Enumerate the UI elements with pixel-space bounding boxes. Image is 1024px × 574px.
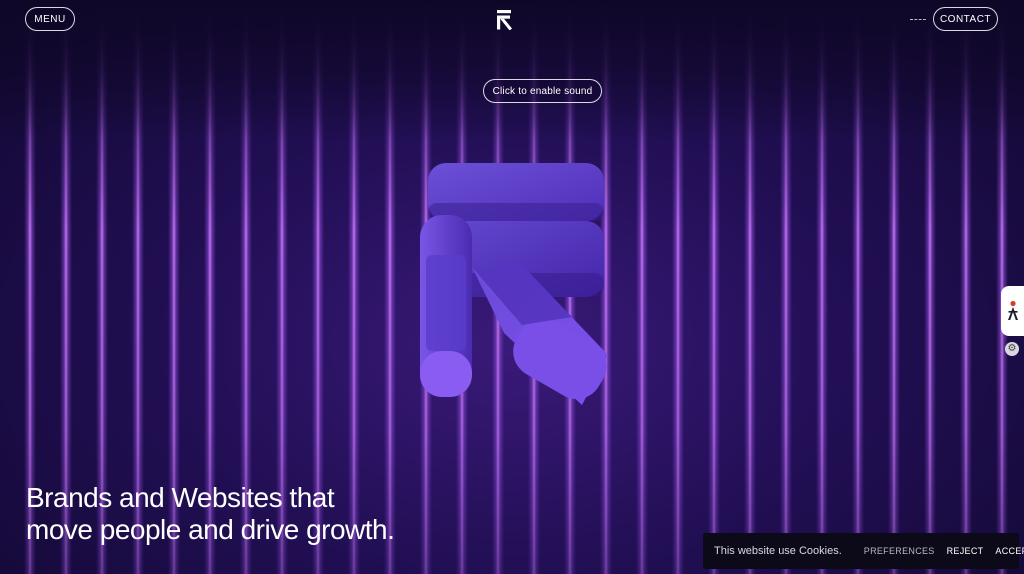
cookie-banner: This website use Cookies. PREFERENCES RE… — [703, 533, 1024, 569]
headline-line-2: move people and drive growth. — [26, 514, 395, 545]
contact-divider — [910, 19, 926, 20]
brand-3d-logo — [420, 163, 608, 405]
accessibility-person-icon — [1007, 300, 1018, 320]
contact-button[interactable]: CONTACT — [933, 7, 998, 31]
cookie-message: This website use Cookies. — [714, 545, 842, 557]
cookie-reject-button[interactable]: REJECT — [947, 546, 984, 556]
cookie-preferences-button[interactable]: PREFERENCES — [864, 546, 935, 556]
enable-sound-button[interactable]: Click to enable sound — [483, 79, 602, 103]
hero-headline: Brands and Websites that move people and… — [26, 482, 446, 546]
cookie-accept-button[interactable]: ACCEPT — [995, 546, 1024, 556]
brand-logo-icon[interactable] — [495, 10, 513, 30]
accessibility-widget[interactable] — [1001, 286, 1024, 336]
headline-line-1: Brands and Websites that — [26, 482, 335, 513]
menu-button[interactable]: MENU — [25, 7, 75, 31]
gear-icon[interactable]: ⚙ — [1005, 342, 1019, 356]
